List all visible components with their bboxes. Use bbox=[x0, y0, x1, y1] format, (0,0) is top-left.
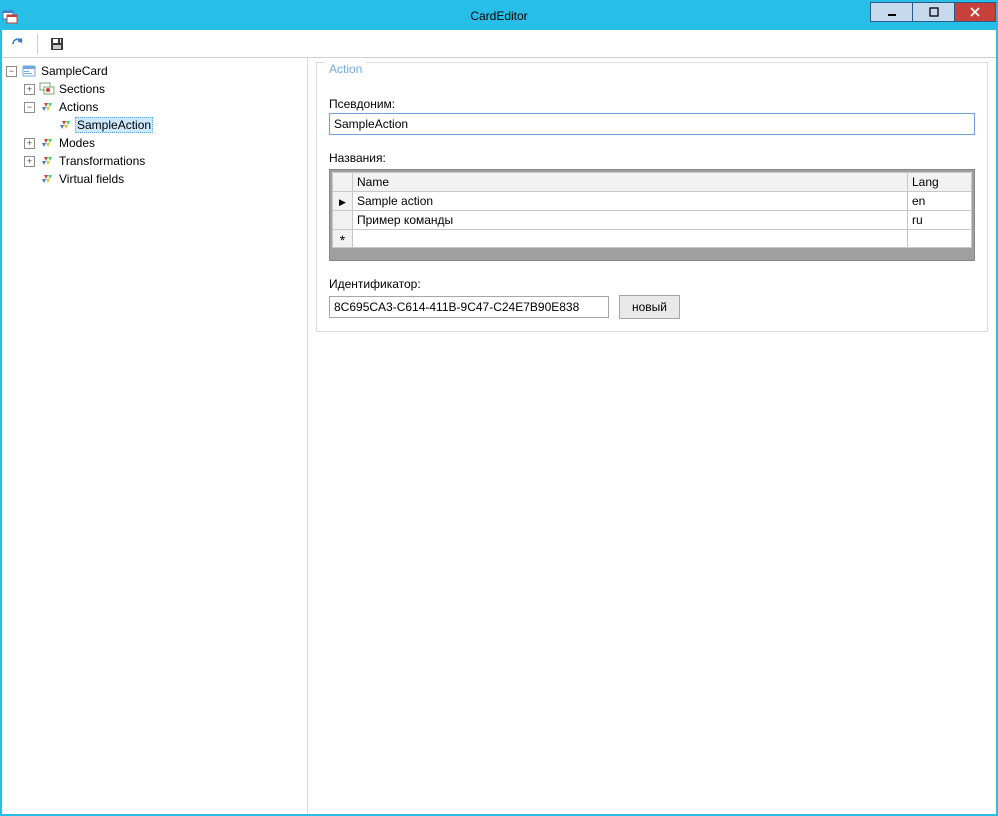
maximize-button[interactable] bbox=[912, 2, 954, 22]
row-header-current[interactable] bbox=[333, 192, 353, 211]
tree-label: Actions bbox=[57, 100, 100, 114]
groupbox-title: Action bbox=[325, 62, 366, 76]
tree-node-virtual-fields[interactable]: Virtual fields bbox=[24, 170, 307, 188]
tree-label: SampleCard bbox=[39, 64, 110, 78]
close-button[interactable] bbox=[954, 2, 996, 22]
save-icon bbox=[49, 36, 65, 52]
minimize-icon bbox=[887, 7, 897, 17]
id-input[interactable] bbox=[329, 296, 609, 318]
id-label: Идентификатор: bbox=[329, 277, 975, 291]
names-label: Названия: bbox=[329, 151, 975, 165]
alias-label: Псевдоним: bbox=[329, 97, 975, 111]
save-button[interactable] bbox=[45, 32, 69, 56]
grid-row[interactable]: Sample action en bbox=[333, 192, 972, 211]
tree-pane[interactable]: − SampleCard bbox=[2, 58, 308, 814]
refresh-icon bbox=[10, 36, 26, 52]
grid-row[interactable]: Пример команды ru bbox=[333, 211, 972, 230]
grid-cell-name[interactable]: Sample action bbox=[353, 192, 908, 211]
close-icon bbox=[970, 7, 980, 17]
row-header[interactable] bbox=[333, 211, 353, 230]
refresh-button[interactable] bbox=[6, 32, 30, 56]
grid-cell-empty[interactable] bbox=[908, 230, 972, 248]
card-icon bbox=[21, 63, 37, 79]
action-groupbox: Action Псевдоним: Названия: bbox=[316, 62, 988, 332]
grid-corner[interactable] bbox=[333, 173, 353, 192]
tree-label: Virtual fields bbox=[57, 172, 126, 186]
expander-none bbox=[24, 174, 35, 185]
tree-node-sampleaction[interactable]: SampleAction bbox=[42, 116, 307, 134]
grid-header-lang[interactable]: Lang bbox=[908, 173, 972, 192]
diamond-icon bbox=[57, 117, 73, 133]
diamond-icon bbox=[39, 99, 55, 115]
app-window: CardEditor bbox=[0, 0, 998, 816]
grid-new-row[interactable] bbox=[333, 230, 972, 248]
names-grid[interactable]: Name Lang Sample action en bbox=[329, 169, 975, 261]
grid-cell-name[interactable]: Пример команды bbox=[353, 211, 908, 230]
collapse-icon[interactable]: − bbox=[24, 102, 35, 113]
toolbar bbox=[2, 30, 996, 58]
alias-input[interactable] bbox=[329, 113, 975, 135]
toolbar-separator bbox=[37, 34, 38, 54]
expand-icon[interactable]: + bbox=[24, 138, 35, 149]
tree-node-root[interactable]: − SampleCard bbox=[6, 62, 307, 80]
diamond-icon bbox=[39, 171, 55, 187]
collapse-icon[interactable]: − bbox=[6, 66, 17, 77]
tree-label: Modes bbox=[57, 136, 97, 150]
expand-icon[interactable]: + bbox=[24, 156, 35, 167]
maximize-icon bbox=[929, 7, 939, 17]
tree-node-actions[interactable]: − Actions bbox=[24, 98, 307, 116]
body: − SampleCard bbox=[2, 58, 996, 814]
window-title: CardEditor bbox=[2, 9, 996, 23]
tree-label: SampleAction bbox=[75, 117, 153, 133]
grid-cell-lang[interactable]: en bbox=[908, 192, 972, 211]
diamond-icon bbox=[39, 153, 55, 169]
tree-label: Transformations bbox=[57, 154, 147, 168]
tree-node-transformations[interactable]: + Transformations bbox=[24, 152, 307, 170]
grid-cell-lang[interactable]: ru bbox=[908, 211, 972, 230]
tree-node-modes[interactable]: + Modes bbox=[24, 134, 307, 152]
app-icon bbox=[2, 8, 18, 24]
minimize-button[interactable] bbox=[870, 2, 912, 22]
grid-header-name[interactable]: Name bbox=[353, 173, 908, 192]
tree-label: Sections bbox=[57, 82, 107, 96]
expander-none bbox=[42, 120, 53, 131]
titlebar[interactable]: CardEditor bbox=[2, 2, 996, 30]
new-id-button[interactable]: новый bbox=[619, 295, 680, 319]
diamond-icon bbox=[39, 135, 55, 151]
grid-cell-empty[interactable] bbox=[353, 230, 908, 248]
row-header-new[interactable] bbox=[333, 230, 353, 248]
tree-node-sections[interactable]: + Sections bbox=[24, 80, 307, 98]
sections-icon bbox=[39, 81, 55, 97]
content-pane: Action Псевдоним: Названия: bbox=[312, 58, 996, 814]
expand-icon[interactable]: + bbox=[24, 84, 35, 95]
